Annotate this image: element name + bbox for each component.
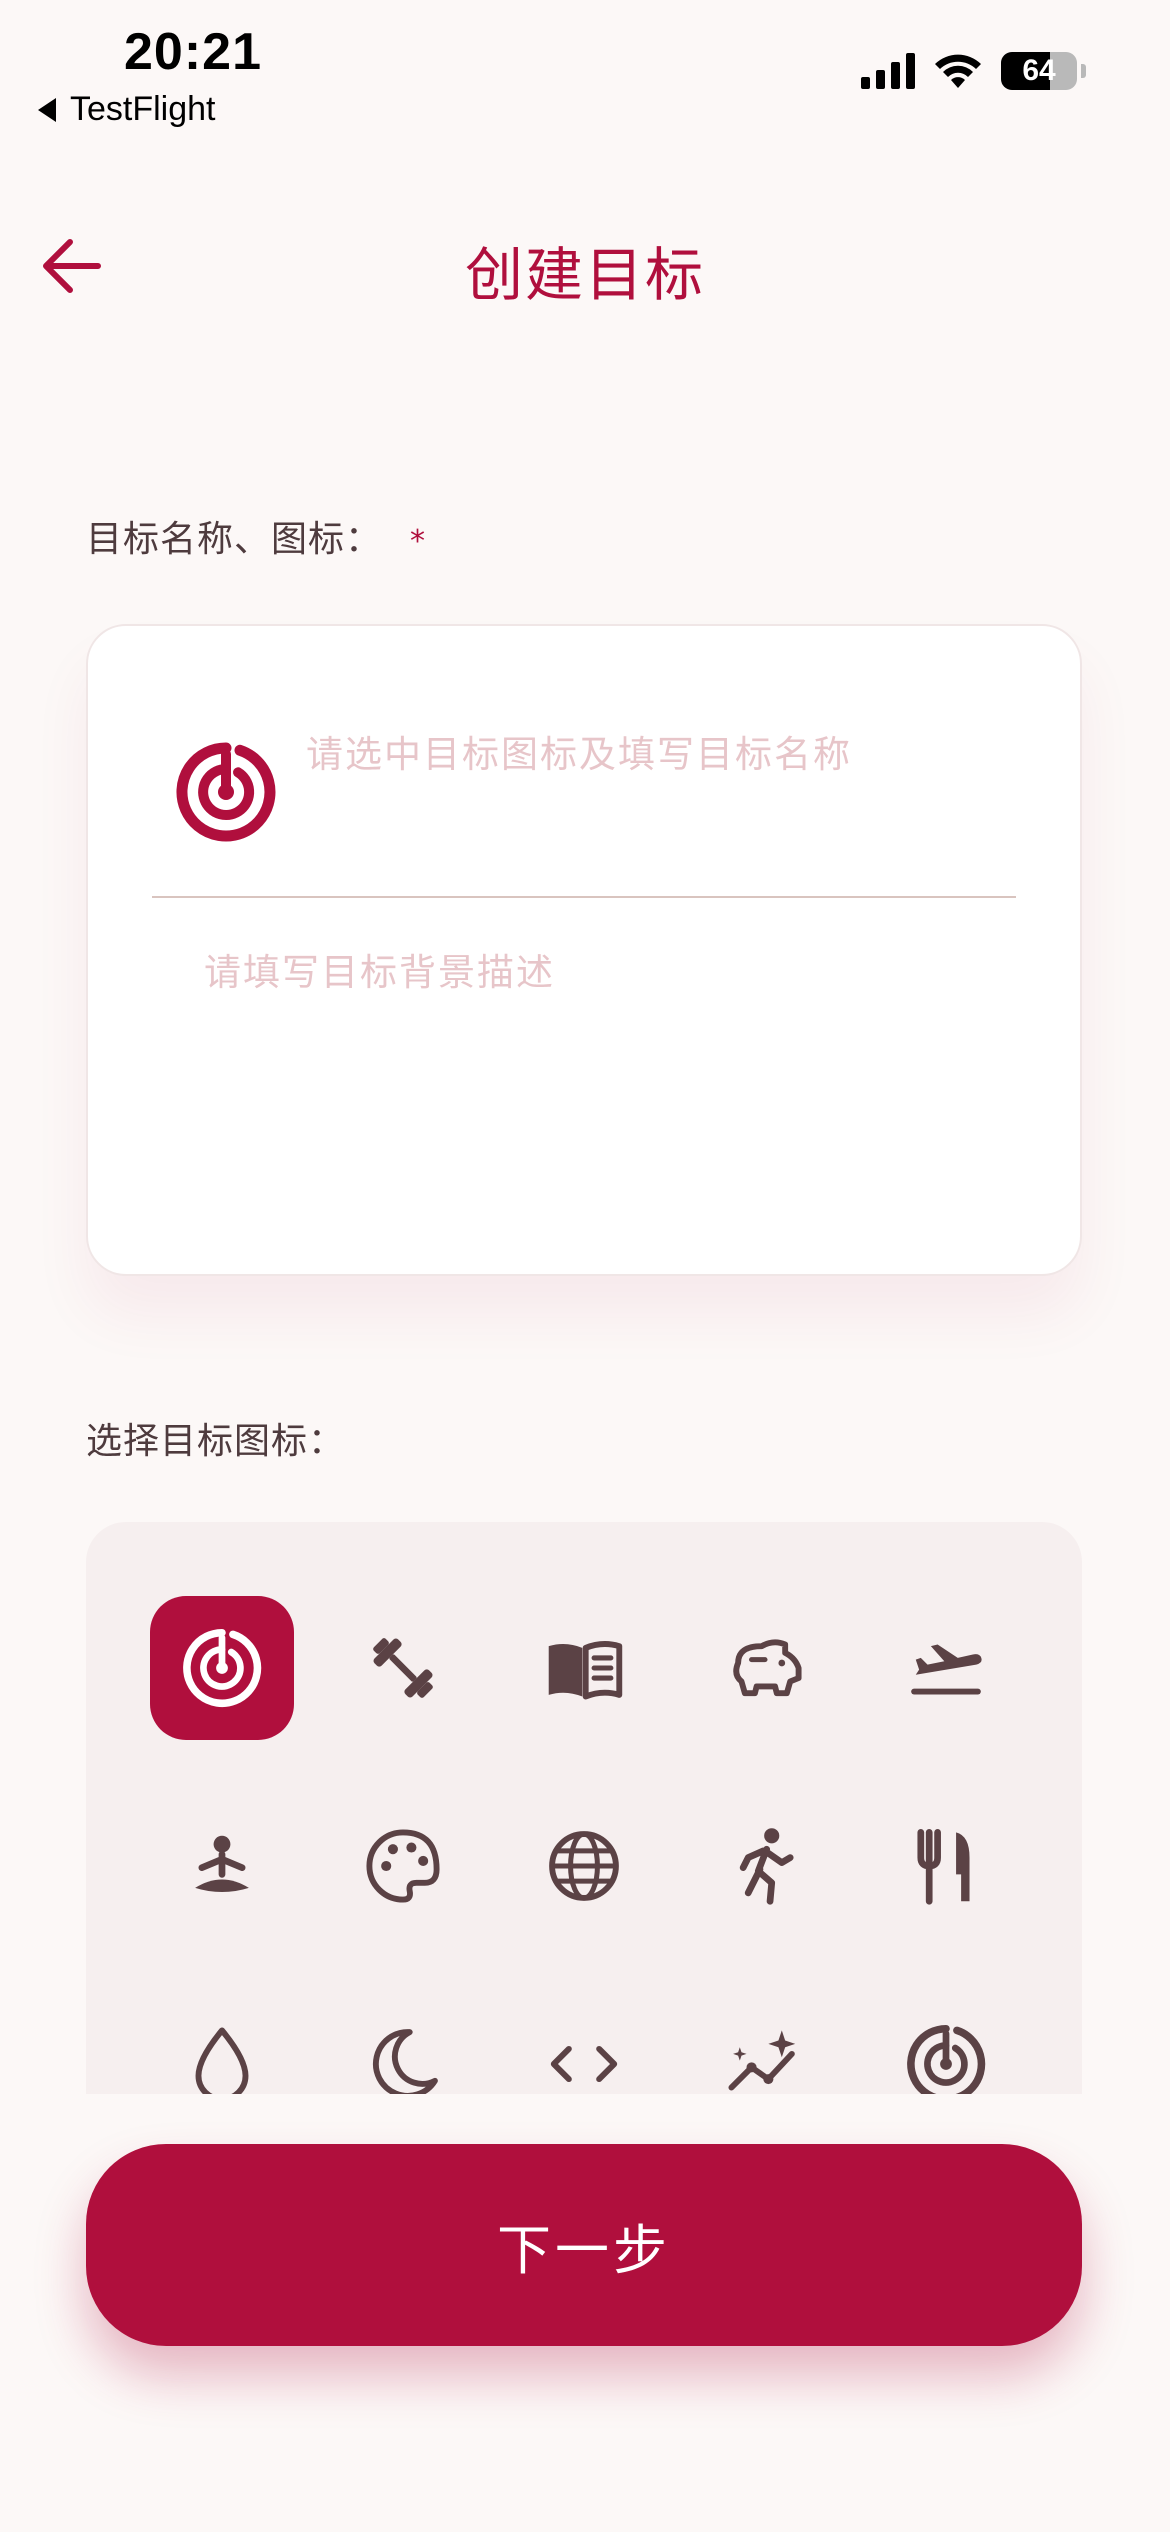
- icon-picker-label: 选择目标图标：: [86, 1421, 346, 1462]
- name-label-text: 目标名称、图标：: [86, 519, 383, 560]
- icon-option-target[interactable]: [150, 1596, 294, 1740]
- icon-option-globe[interactable]: [512, 1794, 656, 1938]
- page-title: 创建目标: [464, 241, 705, 309]
- name-section-label: 目标名称、图标： *: [86, 510, 426, 562]
- meditation-icon: [195, 1835, 249, 1893]
- back-to-app-link[interactable]: TestFlight: [38, 90, 216, 129]
- cellular-signal-icon: [861, 53, 915, 89]
- back-app-label: TestFlight: [70, 90, 216, 128]
- icon-option-book[interactable]: [512, 1596, 656, 1740]
- next-step-button[interactable]: 下一步: [86, 2144, 1082, 2346]
- airplane-takeoff-icon: [911, 1644, 982, 1695]
- book-icon: [548, 1641, 623, 1700]
- status-bar: 20:21 TestFlight 64: [0, 0, 1170, 140]
- bottom-action-area: 下一步: [0, 2094, 1170, 2532]
- battery-tip: [1081, 64, 1086, 78]
- page-header: 创建目标: [0, 210, 1170, 320]
- icon-option-meditation[interactable]: [150, 1794, 294, 1938]
- icon-option-palette[interactable]: [331, 1794, 475, 1938]
- icon-option-running[interactable]: [693, 1794, 837, 1938]
- wifi-icon: [935, 54, 981, 88]
- back-triangle-icon: [38, 97, 56, 122]
- battery-icon: 64: [1001, 52, 1077, 90]
- goal-input-card: [86, 624, 1082, 1276]
- status-time: 20:21: [124, 23, 262, 81]
- dumbbell-icon: [373, 1638, 433, 1698]
- battery-percentage: 64: [1022, 54, 1056, 87]
- required-mark: *: [410, 524, 427, 559]
- running-icon: [739, 1828, 794, 1905]
- input-divider: [152, 896, 1016, 898]
- palette-icon: [366, 1829, 440, 1903]
- target-icon: [183, 1628, 262, 1708]
- icon-option-airplane[interactable]: [874, 1596, 1018, 1740]
- icon-option-piggy-bank[interactable]: [693, 1596, 837, 1740]
- fork-knife-icon: [917, 1829, 970, 1905]
- globe-icon: [549, 1831, 619, 1901]
- target-icon: [176, 742, 276, 842]
- goal-description-input[interactable]: [204, 942, 1004, 1222]
- icon-option-dumbbell[interactable]: [331, 1596, 475, 1740]
- selected-goal-icon[interactable]: [176, 742, 276, 842]
- piggy-bank-icon: [733, 1639, 802, 1697]
- goal-name-input[interactable]: [306, 724, 1006, 784]
- icon-option-fork-knife[interactable]: [874, 1794, 1018, 1938]
- status-icons: 64: [861, 52, 1086, 90]
